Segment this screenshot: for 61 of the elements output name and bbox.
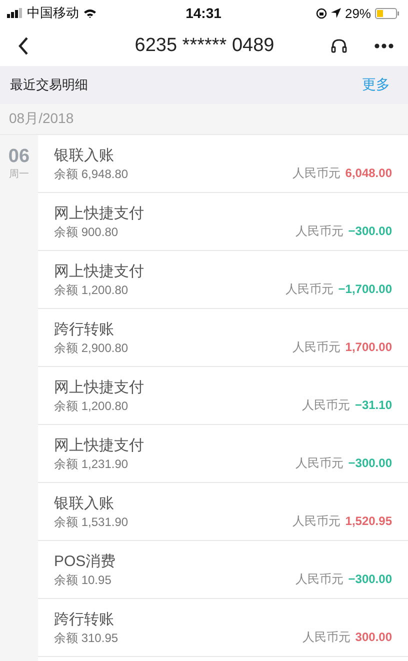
transaction-row[interactable]: 网上快捷支付 余额 1,200.80 人民币元 −31.10 bbox=[38, 367, 408, 425]
transaction-row[interactable]: 网上快捷支付 余额 900.80 人民币元 −300.00 bbox=[38, 193, 408, 251]
transaction-description: 跨行转账 bbox=[54, 320, 115, 340]
currency-label: 人民币元 bbox=[302, 397, 350, 414]
transaction-row[interactable]: 跨行转账 余额 310.95 人民币元 300.00 bbox=[38, 599, 408, 657]
battery-icon bbox=[375, 8, 400, 18]
balance-text: 余额 310.95 bbox=[54, 630, 118, 646]
more-icon bbox=[374, 43, 394, 49]
card-number-title: 6235 ****** 0489 bbox=[134, 35, 276, 57]
amount-text: 1,520.95 bbox=[345, 514, 392, 528]
balance-text: 余额 1,531.90 bbox=[54, 514, 128, 530]
transaction-description: 网上快捷支付 bbox=[54, 378, 144, 398]
amount-text: −31.10 bbox=[354, 398, 392, 412]
transaction-row[interactable]: 网上快捷支付 余额 1,231.90 人民币元 −300.00 bbox=[38, 425, 408, 483]
transaction-row[interactable]: POS消费 余额 10.95 人民币元 −300.00 bbox=[38, 541, 408, 599]
transaction-row[interactable]: 跨行转账 余额 2,900.80 人民币元 1,700.00 bbox=[38, 309, 408, 367]
transaction-description: 银联入账 bbox=[54, 494, 115, 514]
currency-label: 人民币元 bbox=[295, 455, 344, 472]
transaction-row[interactable]: 银联入账 余额 6,948.80 人民币元 6,048.00 bbox=[38, 135, 408, 193]
weekday-label: 周一 bbox=[9, 168, 29, 181]
balance-text: 余额 1,231.90 bbox=[54, 456, 130, 472]
headset-icon bbox=[330, 37, 348, 55]
month-header: 08月/2018 bbox=[0, 104, 408, 135]
currency-label: 人民币元 bbox=[295, 571, 344, 588]
transaction-description: POS消费 bbox=[54, 552, 116, 572]
amount-text: 6,048.00 bbox=[345, 166, 392, 180]
section-title: 最近交易明细 bbox=[10, 76, 88, 94]
currency-label: 人民币元 bbox=[292, 165, 340, 182]
status-time: 14:31 bbox=[186, 5, 222, 21]
balance-text: 余额 1,200.80 bbox=[54, 398, 130, 414]
balance-text: 余额 10.95 bbox=[54, 572, 112, 588]
day-number: 06 bbox=[8, 147, 30, 167]
amount-text: 1,700.00 bbox=[345, 340, 392, 354]
amount-text: −300.00 bbox=[348, 572, 392, 586]
transaction-description: 网上快捷支付 bbox=[54, 436, 144, 456]
currency-label: 人民币元 bbox=[295, 223, 344, 240]
balance-text: 余额 2,900.80 bbox=[54, 340, 128, 356]
transaction-description: 网上快捷支付 bbox=[54, 204, 144, 224]
carrier-name: 中国移动 bbox=[27, 4, 79, 22]
currency-label: 人民币元 bbox=[302, 629, 350, 646]
currency-label: 人民币元 bbox=[292, 513, 340, 530]
balance-text: 余额 1,200.80 bbox=[54, 282, 130, 298]
wifi-icon bbox=[83, 8, 97, 18]
amount-text: −1,700.00 bbox=[338, 282, 392, 296]
transaction-row[interactable]: 网上快捷支付 余额 1,200.80 人民币元 −1,700.00 bbox=[38, 251, 408, 309]
balance-text: 余额 900.80 bbox=[54, 224, 120, 240]
transaction-row[interactable]: 银联入账 余额 1,531.90 人民币元 1,520.95 bbox=[38, 483, 408, 541]
amount-text: −300.00 bbox=[348, 456, 392, 470]
transaction-description: 跨行转账 bbox=[54, 610, 115, 630]
back-icon bbox=[18, 37, 29, 55]
transaction-description: 网上快捷支付 bbox=[54, 262, 144, 282]
currency-label: 人民币元 bbox=[285, 281, 334, 298]
rotation-lock-icon bbox=[316, 8, 327, 18]
location-icon bbox=[330, 8, 341, 18]
balance-text: 余额 6,948.80 bbox=[54, 166, 128, 182]
transaction-description: 银联入账 bbox=[54, 146, 115, 166]
currency-label: 人民币元 bbox=[292, 339, 340, 356]
signal-icon bbox=[7, 8, 23, 18]
battery-percent: 29% bbox=[344, 6, 371, 20]
amount-text: 300.00 bbox=[355, 630, 392, 644]
amount-text: −300.00 bbox=[348, 224, 392, 238]
